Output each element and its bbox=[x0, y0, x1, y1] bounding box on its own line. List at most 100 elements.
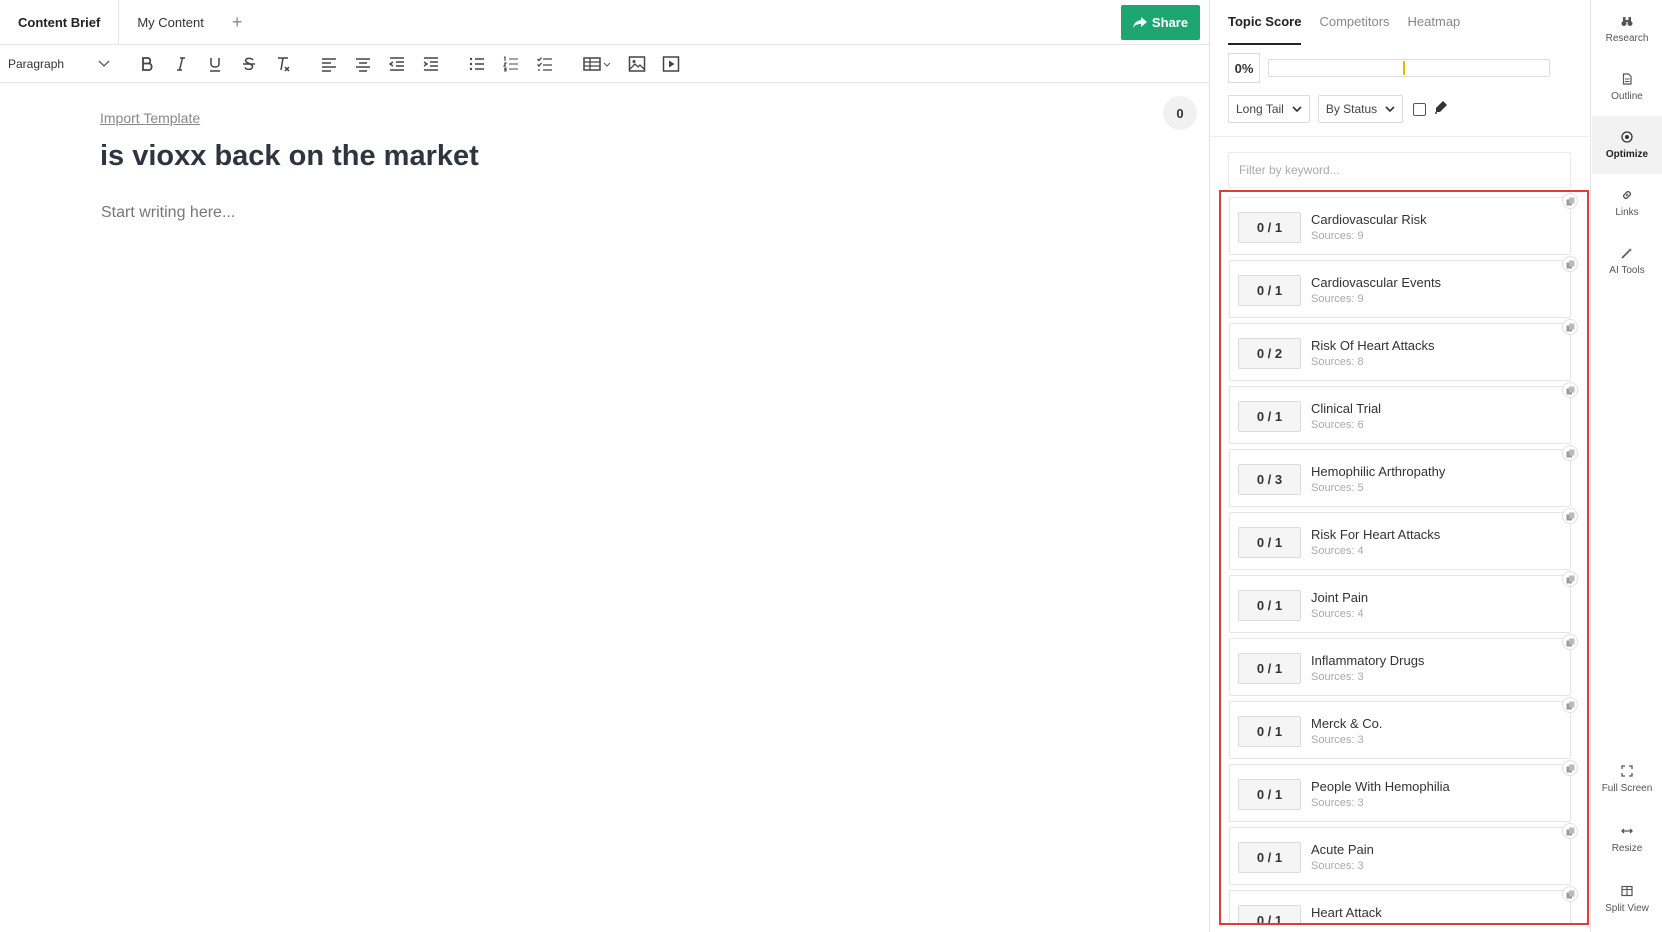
rail-item-label: Resize bbox=[1611, 842, 1643, 854]
rail-item-research[interactable]: Research bbox=[1592, 0, 1662, 58]
optimize-panel: Topic Score Competitors Heatmap 0% Long … bbox=[1211, 0, 1591, 932]
chevron-down-icon bbox=[1385, 105, 1395, 112]
status-sort-label: By Status bbox=[1325, 102, 1378, 116]
table-button[interactable] bbox=[574, 49, 620, 79]
keyword-usage-count: 0 / 1 bbox=[1238, 212, 1301, 243]
document-icon bbox=[1622, 72, 1632, 85]
rail-item-split-view[interactable]: Split View bbox=[1592, 870, 1662, 928]
tab-competitors[interactable]: Competitors bbox=[1319, 0, 1389, 45]
keyword-usage-count: 0 / 2 bbox=[1238, 338, 1301, 369]
outdent-button[interactable] bbox=[380, 49, 414, 79]
indent-icon bbox=[423, 56, 438, 71]
bullet-list-button[interactable] bbox=[460, 49, 494, 79]
rail-item-label: Research bbox=[1605, 32, 1649, 44]
keyword-item[interactable]: 0 / 1 Clinical Trial Sources: 6 bbox=[1229, 382, 1578, 444]
copy-icon[interactable] bbox=[1562, 760, 1578, 776]
rail-item-optimize[interactable]: Optimize bbox=[1592, 116, 1662, 174]
resize-icon bbox=[1621, 828, 1633, 833]
rail-item-label: Full Screen bbox=[1601, 782, 1653, 794]
copy-icon[interactable] bbox=[1562, 823, 1578, 839]
italic-button[interactable] bbox=[164, 49, 198, 79]
copy-icon[interactable] bbox=[1562, 886, 1578, 902]
keyword-item[interactable]: 0 / 1 Joint Pain Sources: 4 bbox=[1229, 571, 1578, 633]
keyword-name: Heart Attack bbox=[1311, 905, 1382, 920]
keyword-sources: Sources: 8 bbox=[1311, 356, 1364, 368]
format-toolbar: Paragraph bbox=[0, 45, 1209, 83]
keyword-item[interactable]: 0 / 1 Heart Attack Sources: 3 bbox=[1229, 886, 1578, 923]
add-tab-button[interactable]: + bbox=[222, 0, 253, 44]
strikethrough-button[interactable] bbox=[232, 49, 266, 79]
copy-icon[interactable] bbox=[1562, 193, 1578, 209]
rail-item-full-screen[interactable]: Full Screen bbox=[1592, 750, 1662, 808]
keyword-type-label: Long Tail bbox=[1236, 102, 1284, 116]
align-center-icon bbox=[356, 57, 370, 72]
checklist-button[interactable] bbox=[528, 49, 562, 79]
keyword-item[interactable]: 0 / 1 Acute Pain Sources: 3 bbox=[1229, 823, 1578, 885]
table-icon bbox=[583, 56, 611, 71]
import-template-link[interactable]: Import Template bbox=[100, 110, 200, 126]
keyword-name: Clinical Trial bbox=[1311, 401, 1382, 416]
keyword-item[interactable]: 0 / 1 Cardiovascular Risk Sources: 9 bbox=[1229, 193, 1578, 255]
copy-icon[interactable] bbox=[1562, 445, 1578, 461]
keyword-usage-count: 0 / 1 bbox=[1238, 905, 1301, 923]
keyword-usage-count: 0 / 1 bbox=[1238, 527, 1301, 558]
copy-icon[interactable] bbox=[1562, 256, 1578, 272]
status-sort-select[interactable]: By Status bbox=[1317, 95, 1404, 123]
keyword-sources: Sources: 6 bbox=[1311, 419, 1364, 431]
tab-content-brief[interactable]: Content Brief bbox=[0, 0, 120, 44]
keyword-item[interactable]: 0 / 1 Inflammatory Drugs Sources: 3 bbox=[1229, 634, 1578, 696]
keyword-filter-input[interactable] bbox=[1228, 152, 1571, 188]
rail-item-outline[interactable]: Outline bbox=[1592, 58, 1662, 116]
tab-topic-score[interactable]: Topic Score bbox=[1228, 0, 1302, 45]
copy-icon[interactable] bbox=[1562, 634, 1578, 650]
keyword-sources: Sources: 4 bbox=[1311, 608, 1364, 620]
document-tab-bar: Content Brief My Content + Share bbox=[0, 0, 1209, 45]
keyword-item[interactable]: 0 / 1 People With Hemophilia Sources: 3 bbox=[1229, 760, 1578, 822]
keyword-usage-count: 0 / 1 bbox=[1238, 653, 1301, 684]
checklist-icon bbox=[537, 56, 552, 71]
share-button-label: Share bbox=[1151, 15, 1189, 30]
italic-icon bbox=[177, 56, 185, 71]
share-button[interactable]: Share bbox=[1121, 5, 1200, 40]
rail-item-label: Split View bbox=[1605, 902, 1649, 914]
keyword-item[interactable]: 0 / 2 Risk Of Heart Attacks Sources: 8 bbox=[1229, 319, 1578, 381]
keyword-item[interactable]: 0 / 1 Risk For Heart Attacks Sources: 4 bbox=[1229, 508, 1578, 570]
document-title[interactable]: is vioxx back on the market bbox=[100, 140, 479, 173]
image-button[interactable] bbox=[620, 49, 654, 79]
keyword-item[interactable]: 0 / 1 Merck & Co. Sources: 3 bbox=[1229, 697, 1578, 759]
keyword-name: Joint Pain bbox=[1311, 590, 1369, 605]
editor-body-placeholder[interactable]: Start writing here... bbox=[101, 204, 235, 222]
video-button[interactable] bbox=[654, 49, 688, 79]
underline-button[interactable] bbox=[198, 49, 232, 79]
keyword-type-select[interactable]: Long Tail bbox=[1228, 95, 1310, 123]
keyword-name: Cardiovascular Risk bbox=[1311, 212, 1427, 227]
chevron-down-icon bbox=[98, 59, 110, 67]
tab-my-content[interactable]: My Content bbox=[119, 0, 221, 44]
rail-item-ai-tools[interactable]: AI Tools bbox=[1592, 232, 1662, 290]
keyword-item[interactable]: 0 / 3 Hemophilic Arthropathy Sources: 5 bbox=[1229, 445, 1578, 507]
rail-item-resize[interactable]: Resize bbox=[1592, 810, 1662, 868]
copy-icon[interactable] bbox=[1562, 319, 1578, 335]
bold-button[interactable] bbox=[130, 49, 164, 79]
highlighter-pen-icon[interactable] bbox=[1434, 100, 1448, 119]
paragraph-style-select[interactable]: Paragraph bbox=[8, 57, 116, 71]
keyword-sources: Sources: 5 bbox=[1311, 482, 1364, 494]
align-left-button[interactable] bbox=[312, 49, 346, 79]
rail-item-links[interactable]: Links bbox=[1592, 174, 1662, 232]
copy-icon[interactable] bbox=[1562, 508, 1578, 524]
keyword-item[interactable]: 0 / 1 Cardiovascular Events Sources: 9 bbox=[1229, 256, 1578, 318]
highlight-checkbox[interactable] bbox=[1413, 102, 1427, 116]
topic-score-value: 0% bbox=[1228, 53, 1260, 83]
align-center-button[interactable] bbox=[346, 49, 380, 79]
numbered-list-button[interactable] bbox=[494, 49, 528, 79]
copy-icon[interactable] bbox=[1562, 697, 1578, 713]
clear-format-button[interactable] bbox=[266, 49, 300, 79]
underline-icon bbox=[210, 57, 220, 72]
tab-heatmap[interactable]: Heatmap bbox=[1408, 0, 1461, 45]
copy-icon[interactable] bbox=[1562, 382, 1578, 398]
indent-button[interactable] bbox=[414, 49, 448, 79]
keyword-usage-count: 0 / 1 bbox=[1238, 590, 1301, 621]
copy-icon[interactable] bbox=[1562, 571, 1578, 587]
editor-pane: Content Brief My Content + Share Paragra… bbox=[0, 0, 1210, 932]
strikethrough-icon bbox=[243, 57, 255, 70]
